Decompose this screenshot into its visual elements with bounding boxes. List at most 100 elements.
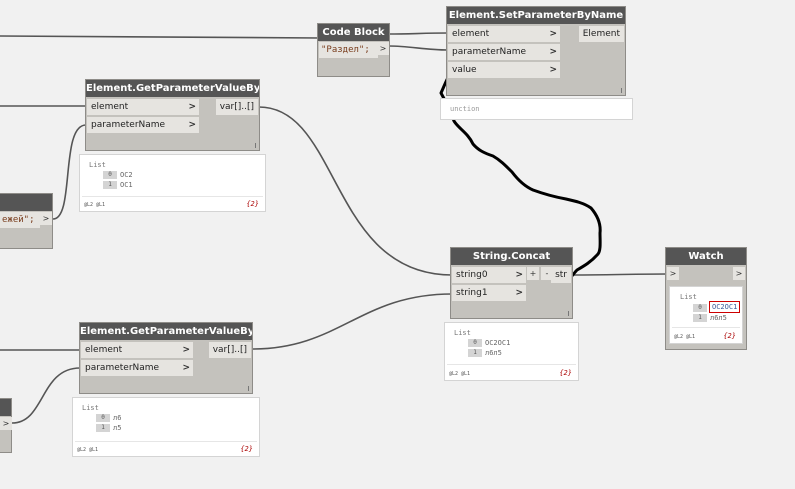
get2-preview-separator (75, 441, 257, 442)
get2-preview-value-1: л5 (113, 424, 122, 432)
concat-port-string1-arrow: > (515, 288, 523, 298)
get2-port-parametername-arrow: > (182, 363, 190, 373)
get2-preview-list-label: List (82, 404, 99, 412)
set-port-value[interactable]: value > (448, 62, 560, 78)
get2-resize-handle[interactable] (248, 386, 249, 391)
get2-port-element-arrow: > (182, 345, 190, 355)
get2-port-parametername[interactable]: parameterName > (81, 360, 193, 376)
get2-output[interactable]: var[]..[] (208, 342, 251, 358)
get1-preview-levels: @L2 @L1 (84, 202, 106, 208)
watch-output-port[interactable]: > (733, 267, 745, 280)
concat-preview-list-label: List (454, 329, 471, 337)
code-block-left-low-title[interactable] (0, 399, 11, 416)
concat-port-string0[interactable]: string0 > (452, 267, 526, 283)
wire-offscreen-to-set-element (388, 32, 449, 35)
concat-preview-index-1: 1 (468, 349, 482, 357)
get2-preview-index-1: 1 (96, 424, 110, 432)
get1-preview: List 0 ОС2 1 ОС1 @L2 @L1 {2} (79, 154, 266, 212)
get2-port-parametername-label: parameterName (85, 363, 160, 373)
set-resize-handle[interactable] (621, 88, 622, 93)
set-preview-text: unction (450, 105, 480, 113)
wire-left-code-low-to-get2-paramname[interactable] (11, 367, 81, 424)
code-block-left-title[interactable] (0, 194, 52, 211)
code-block-left-output-port[interactable]: > (40, 212, 52, 225)
watch-preview-separator (672, 327, 740, 328)
concat-preview-value-1: л6л5 (485, 349, 502, 357)
get2-port-element-label: element (85, 345, 123, 355)
watch-title[interactable]: Watch (666, 248, 746, 265)
get1-resize-handle[interactable] (255, 143, 256, 148)
concat-port-string0-arrow: > (515, 270, 523, 280)
watch-preview-index-0: 0 (693, 304, 707, 312)
string-concat-title[interactable]: String.Concat (451, 248, 572, 265)
concat-output[interactable]: str (551, 267, 571, 283)
code-block-left-low-output-port[interactable]: > (0, 417, 12, 430)
concat-preview-value-0: ОС2ОС1 (485, 339, 511, 347)
watch-node[interactable]: Watch > > List 0 ОС2ОС1 1 л6л5 @L2 @L1 {… (665, 247, 747, 350)
concat-preview: List 0 ОС2ОС1 1 л6л5 @L2 @L1 {2} (444, 322, 579, 381)
get2-port-element[interactable]: element > (81, 342, 193, 358)
code-block-node-left[interactable]: ежей"; > (0, 193, 53, 249)
set-parameter-title[interactable]: Element.SetParameterByName (447, 7, 625, 24)
watch-preview-count: {2} (723, 332, 736, 340)
graph-canvas[interactable]: Code Block "Раздел"; > Element.SetParame… (0, 0, 795, 489)
concat-preview-separator (447, 364, 576, 365)
concat-resize-handle[interactable] (568, 311, 569, 316)
wire-get1-to-concat-string0[interactable] (258, 106, 453, 276)
get1-output[interactable]: var[]..[] (215, 99, 258, 115)
set-parameter-node[interactable]: Element.SetParameterByName element > par… (446, 6, 626, 96)
watch-input-port[interactable]: > (667, 267, 679, 280)
watch-preview-list-label: List (680, 293, 697, 301)
get1-preview-list-label: List (89, 161, 106, 169)
set-port-element-arrow: > (549, 29, 557, 39)
get1-port-parametername-arrow: > (188, 120, 196, 130)
set-port-element[interactable]: element > (448, 26, 560, 42)
wire-get2-to-concat-string1[interactable] (251, 293, 453, 350)
code-block-node-top[interactable]: Code Block "Раздел"; > (317, 23, 390, 77)
get2-preview: List 0 л6 1 л5 @L2 @L1 {2} (72, 397, 260, 457)
code-block-title[interactable]: Code Block (318, 24, 389, 41)
set-port-parametername-label: parameterName (452, 47, 527, 57)
watch-preview: List 0 ОС2ОС1 1 л6л5 @L2 @L1 {2} (669, 286, 743, 344)
get1-port-element-arrow: > (188, 102, 196, 112)
set-port-value-label: value (452, 65, 477, 75)
concat-preview-count: {2} (559, 369, 572, 377)
watch-preview-value-0: ОС2ОС1 (708, 301, 741, 313)
get1-preview-value-0: ОС2 (120, 171, 133, 179)
get1-title[interactable]: Element.GetParameterValueByName (86, 80, 259, 97)
concat-preview-levels: @L2 @L1 (449, 371, 471, 377)
code-block-left-code[interactable]: ежей"; (2, 215, 35, 225)
code-block-node-left-low[interactable]: > (0, 398, 12, 453)
get2-preview-levels: @L2 @L1 (77, 447, 99, 453)
get1-port-element[interactable]: element > (87, 99, 199, 115)
get2-title[interactable]: Element.GetParameterValueByName (80, 323, 252, 340)
concat-preview-index-0: 0 (468, 339, 482, 347)
watch-preview-index-1: 1 (693, 314, 707, 322)
get-parameter-node-2[interactable]: Element.GetParameterValueByName element … (79, 322, 253, 394)
get1-port-element-label: element (91, 102, 129, 112)
get1-preview-index-0: 0 (103, 171, 117, 179)
set-port-parametername[interactable]: parameterName > (448, 44, 560, 60)
set-port-parametername-arrow: > (549, 47, 557, 57)
concat-add-input-button[interactable]: + (527, 267, 539, 280)
get1-preview-value-1: ОС1 (120, 181, 133, 189)
wire-offscreen-to-code-block[interactable] (0, 35, 321, 39)
code-block-output-port[interactable]: > (377, 42, 389, 55)
code-block-code[interactable]: "Раздел"; (321, 45, 370, 55)
wire-concat-to-watch[interactable] (572, 273, 668, 276)
get1-port-parametername-label: parameterName (91, 120, 166, 130)
get1-preview-count: {2} (246, 200, 259, 208)
wire-code-block-to-set-paramname[interactable] (388, 45, 449, 51)
set-port-element-label: element (452, 29, 490, 39)
get1-port-parametername[interactable]: parameterName > (87, 117, 199, 133)
get1-preview-separator (82, 196, 263, 197)
watch-preview-levels: @L2 @L1 (674, 334, 696, 340)
get-parameter-node-1[interactable]: Element.GetParameterValueByName element … (85, 79, 260, 151)
set-output-element[interactable]: Element (578, 26, 624, 42)
string-concat-node[interactable]: String.Concat string0 > string1 > + - st… (450, 247, 573, 319)
concat-port-string1[interactable]: string1 > (452, 285, 526, 301)
concat-port-string1-label: string1 (456, 288, 488, 298)
get2-preview-index-0: 0 (96, 414, 110, 422)
concat-port-string0-label: string0 (456, 270, 488, 280)
set-preview-box: unction (440, 98, 633, 120)
